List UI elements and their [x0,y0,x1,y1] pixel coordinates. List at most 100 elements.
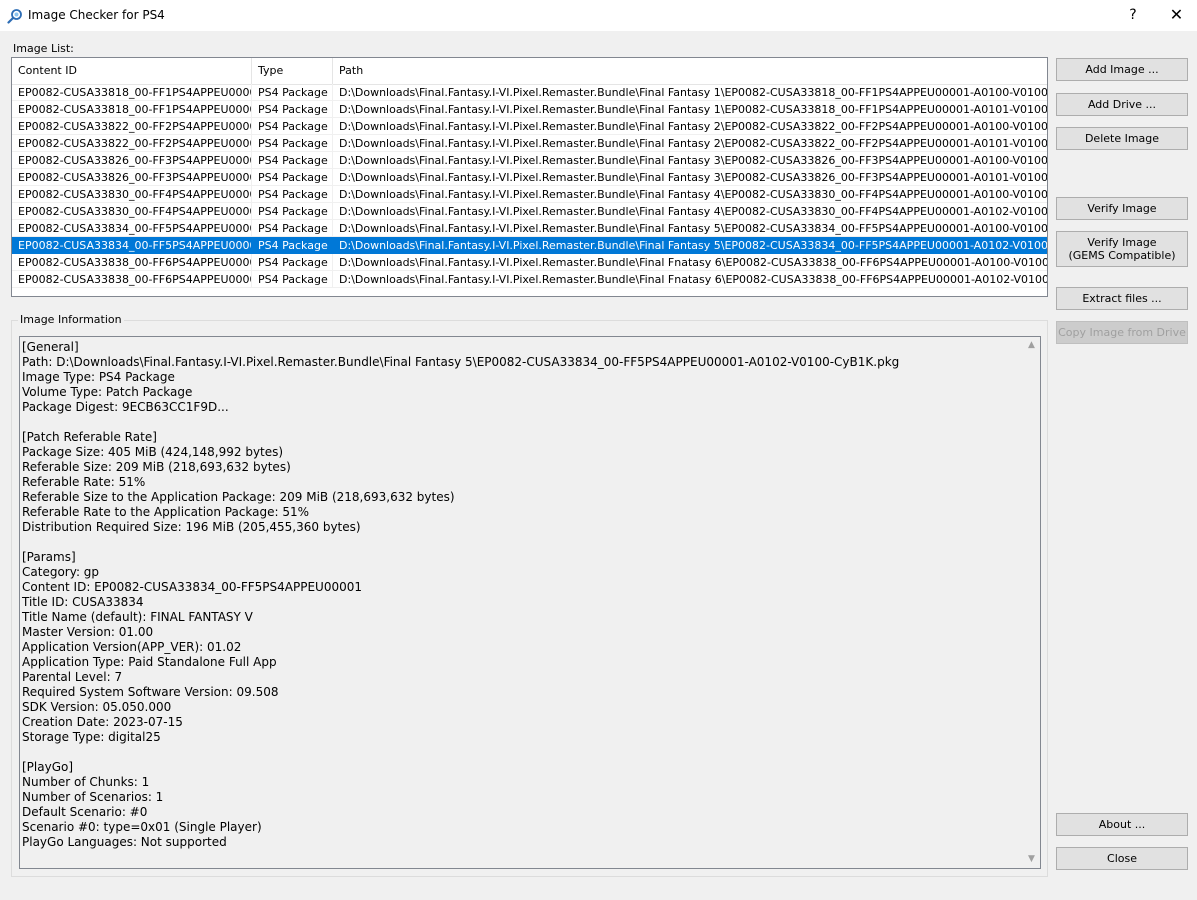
info-line: Number of Scenarios: 1 [22,790,164,804]
delete-image-button[interactable]: Delete Image [1056,127,1188,150]
info-line: Storage Type: digital25 [22,730,161,744]
info-line: Number of Chunks: 1 [22,775,150,789]
cell-content-id: EP0082-CUSA33818_00-FF1PS4APPEU00001 [12,84,252,101]
cell-content-id: EP0082-CUSA33834_00-FF5PS4APPEU00001 [12,237,252,254]
info-line: SDK Version: 05.050.000 [22,700,172,714]
list-header: Content ID Type Path [12,58,1047,85]
info-line: Package Size: 405 MiB (424,148,992 bytes… [22,445,284,459]
cell-path: D:\Downloads\Final.Fantasy.I-VI.Pixel.Re… [339,86,1047,99]
info-line: Package Digest: 9ECB63CC1F9D... [22,400,229,414]
verify-gems-line1: Verify Image [1087,236,1157,249]
cell-path: D:\Downloads\Final.Fantasy.I-VI.Pixel.Re… [339,256,1047,269]
info-line: Title Name (default): FINAL FANTASY V [22,610,253,624]
cell-type: PS4 Package [252,271,333,288]
image-list-label: Image List: [13,42,74,55]
info-line: Path: D:\Downloads\Final.Fantasy.I-VI.Pi… [22,355,900,369]
cell-type: PS4 Package [252,152,333,169]
magnifier-icon [7,9,22,24]
scroll-up-icon[interactable]: ▲ [1023,337,1040,354]
table-row[interactable]: EP0082-CUSA33838_00-FF6PS4APPEU00001 PS4 … [12,254,1047,271]
verify-gems-line2: (GEMS Compatible) [1068,249,1176,262]
info-line: Referable Rate to the Application Packag… [22,505,310,519]
info-line: Distribution Required Size: 196 MiB (205… [22,520,361,534]
info-line: Parental Level: 7 [22,670,123,684]
vertical-scrollbar[interactable]: ▲ ▼ [1023,337,1040,868]
image-list[interactable]: Content ID Type Path EP0082-CUSA33818_00… [11,57,1048,297]
info-line: Content ID: EP0082-CUSA33834_00-FF5PS4AP… [22,580,362,594]
window-title: Image Checker for PS4 [28,8,165,22]
table-row[interactable]: EP0082-CUSA33818_00-FF1PS4APPEU00001 PS4 … [12,84,1047,101]
info-line: Creation Date: 2023-07-15 [22,715,183,729]
copy-image-from-drive-button: Copy Image from Drive [1056,321,1188,344]
image-information-text: [General] Path: D:\Downloads\Final.Fantas… [22,340,1020,850]
cell-type: PS4 Package [252,118,333,135]
info-line: Category: gp [22,565,100,579]
cell-content-id: EP0082-CUSA33826_00-FF3PS4APPEU00001 [12,152,252,169]
info-line: Default Scenario: #0 [22,805,148,819]
cell-type: PS4 Package [252,254,333,271]
info-line: Referable Size: 209 MiB (218,693,632 byt… [22,460,291,474]
cell-type: PS4 Package [252,220,333,237]
info-line: Referable Rate: 51% [22,475,146,489]
cell-path: D:\Downloads\Final.Fantasy.I-VI.Pixel.Re… [339,222,1047,235]
image-information-textbox[interactable]: [General] Path: D:\Downloads\Final.Fantas… [19,336,1041,869]
cell-content-id: EP0082-CUSA33838_00-FF6PS4APPEU00001 [12,271,252,288]
table-row[interactable]: EP0082-CUSA33826_00-FF3PS4APPEU00001 PS4 … [12,169,1047,186]
info-line: Referable Size to the Application Packag… [22,490,455,504]
help-button[interactable]: ? [1110,0,1156,31]
cell-path: D:\Downloads\Final.Fantasy.I-VI.Pixel.Re… [339,171,1047,184]
table-row[interactable]: EP0082-CUSA33822_00-FF2PS4APPEU00001 PS4 … [12,135,1047,152]
table-row[interactable]: EP0082-CUSA33830_00-FF4PS4APPEU00001 PS4 … [12,186,1047,203]
about-button[interactable]: About ... [1056,813,1188,836]
add-image-button[interactable]: Add Image ... [1056,58,1188,81]
cell-path: D:\Downloads\Final.Fantasy.I-VI.Pixel.Re… [339,205,1047,218]
table-row[interactable]: EP0082-CUSA33818_00-FF1PS4APPEU00001 PS4 … [12,101,1047,118]
cell-type: PS4 Package [252,84,333,101]
cell-type: PS4 Package [252,169,333,186]
cell-type: PS4 Package [252,237,333,254]
cell-path: D:\Downloads\Final.Fantasy.I-VI.Pixel.Re… [339,239,1047,252]
verify-image-gems-button[interactable]: Verify Image (GEMS Compatible) [1056,231,1188,267]
table-row[interactable]: EP0082-CUSA33838_00-FF6PS4APPEU00001 PS4 … [12,271,1047,288]
table-row[interactable]: EP0082-CUSA33834_00-FF5PS4APPEU00001 PS4 … [12,220,1047,237]
cell-content-id: EP0082-CUSA33826_00-FF3PS4APPEU00001 [12,169,252,186]
window-close-button[interactable]: ✕ [1156,0,1197,31]
column-header-path[interactable]: Path [333,58,1047,84]
info-line: [General] [22,340,79,354]
info-line: [Params] [22,550,76,564]
info-line: Scenario #0: type=0x01 (Single Player) [22,820,262,834]
cell-content-id: EP0082-CUSA33838_00-FF6PS4APPEU00001 [12,254,252,271]
cell-content-id: EP0082-CUSA33822_00-FF2PS4APPEU00001 [12,118,252,135]
cell-type: PS4 Package [252,186,333,203]
add-drive-button[interactable]: Add Drive ... [1056,93,1188,116]
cell-type: PS4 Package [252,135,333,152]
info-line: Title ID: CUSA33834 [22,595,144,609]
cell-type: PS4 Package [252,203,333,220]
extract-files-button[interactable]: Extract files ... [1056,287,1188,310]
table-row[interactable]: EP0082-CUSA33830_00-FF4PS4APPEU00001 PS4 … [12,203,1047,220]
scroll-down-icon[interactable]: ▼ [1023,851,1040,868]
table-row[interactable]: EP0082-CUSA33826_00-FF3PS4APPEU00001 PS4 … [12,152,1047,169]
cell-path: D:\Downloads\Final.Fantasy.I-VI.Pixel.Re… [339,120,1047,133]
column-header-type[interactable]: Type [252,58,333,84]
column-header-content-id[interactable]: Content ID [12,58,252,84]
title-bar: Image Checker for PS4 ? ✕ [0,0,1197,31]
info-line: [PlayGo] [22,760,74,774]
close-button[interactable]: Close [1056,847,1188,870]
cell-path: D:\Downloads\Final.Fantasy.I-VI.Pixel.Re… [339,188,1047,201]
info-line: [Patch Referable Rate] [22,430,157,444]
info-line: PlayGo Languages: Not supported [22,835,227,849]
verify-image-button[interactable]: Verify Image [1056,197,1188,220]
cell-content-id: EP0082-CUSA33834_00-FF5PS4APPEU00001 [12,220,252,237]
cell-content-id: EP0082-CUSA33818_00-FF1PS4APPEU00001 [12,101,252,118]
info-line [22,535,1020,550]
info-line: Master Version: 01.00 [22,625,154,639]
cell-path: D:\Downloads\Final.Fantasy.I-VI.Pixel.Re… [339,154,1047,167]
info-line: Application Type: Paid Standalone Full A… [22,655,277,669]
table-row[interactable]: EP0082-CUSA33834_00-FF5PS4APPEU00001 PS4 … [12,237,1047,254]
cell-path: D:\Downloads\Final.Fantasy.I-VI.Pixel.Re… [339,103,1047,116]
cell-content-id: EP0082-CUSA33830_00-FF4PS4APPEU00001 [12,186,252,203]
table-row[interactable]: EP0082-CUSA33822_00-FF2PS4APPEU00001 PS4 … [12,118,1047,135]
info-line: Application Version(APP_VER): 01.02 [22,640,242,654]
image-information-label: Image Information [18,313,124,326]
